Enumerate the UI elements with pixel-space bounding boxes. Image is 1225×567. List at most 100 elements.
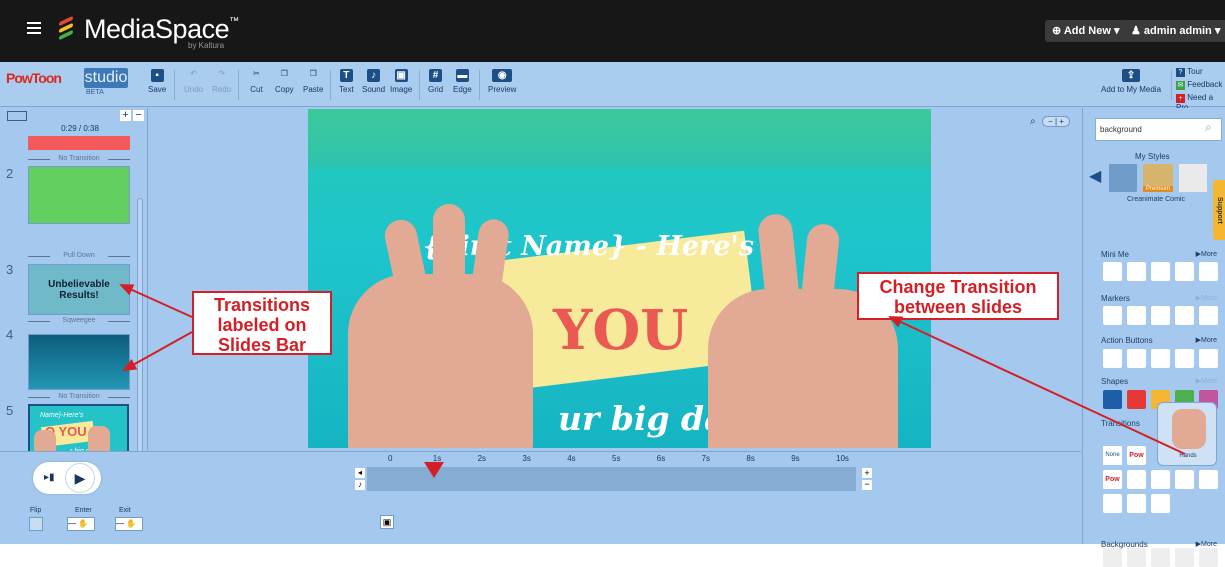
user-menu-button[interactable]: ♟ admin admin ▾ — [1124, 20, 1225, 42]
lifebuoy-icon: + — [1176, 94, 1185, 103]
cut-button[interactable]: ✂ Cut — [250, 69, 263, 94]
asset-tile[interactable] — [1151, 262, 1170, 281]
slide-view-toggle-icon[interactable] — [7, 111, 27, 121]
thumbnail-text: Name}-Here's — [40, 412, 84, 419]
asset-tile[interactable] — [1103, 548, 1122, 567]
feedback-link[interactable]: ✉ Feedback — [1176, 80, 1222, 90]
style-tile[interactable] — [1179, 164, 1207, 192]
asset-tile[interactable] — [1175, 262, 1194, 281]
save-button[interactable]: ▪ Save — [148, 69, 166, 94]
asset-tile[interactable] — [1127, 390, 1146, 409]
asset-tile[interactable] — [1151, 548, 1170, 567]
slide-thumbnail-3[interactable]: Unbelievable Results! — [28, 264, 130, 315]
transition-tile[interactable]: Pow — [1103, 470, 1122, 489]
slide-thumbnail-1[interactable] — [28, 136, 130, 150]
add-new-button[interactable]: ⊕ Add New ▾ — [1045, 20, 1127, 42]
ruler-tick-label: 10s — [836, 454, 849, 463]
slide-transition-label[interactable]: No Transition — [28, 393, 130, 400]
slide-time: 0:29 / 0:38 — [61, 124, 99, 133]
flip-label: Flip — [30, 507, 42, 514]
slide-thumbnail-4[interactable] — [28, 334, 130, 390]
more-link[interactable]: ▶More — [1196, 377, 1217, 385]
asset-tile[interactable] — [1175, 470, 1194, 489]
asset-tile[interactable] — [1199, 262, 1218, 281]
asset-tile[interactable] — [1127, 470, 1146, 489]
asset-tile[interactable] — [1199, 470, 1218, 489]
timeline-zoom-out-button[interactable]: − — [862, 480, 872, 490]
ruler-tick-label: 5s — [612, 454, 621, 463]
play-button[interactable]: ▶ — [65, 463, 95, 493]
asset-tile[interactable] — [1103, 262, 1122, 281]
menu-icon[interactable] — [27, 22, 41, 34]
more-link[interactable]: ▶More — [1196, 294, 1217, 302]
left-hand-finger — [433, 204, 465, 324]
asset-tile[interactable] — [1175, 548, 1194, 567]
slide-thumbnail-2[interactable] — [28, 166, 130, 224]
timeline-zoom-in-button[interactable]: + — [862, 468, 872, 478]
copy-button[interactable]: ❐ Copy — [275, 69, 294, 94]
slide-stage[interactable]: {First Name} - Here's O YOU ur big day! — [308, 109, 931, 448]
asset-tile[interactable] — [1103, 349, 1122, 368]
add-to-my-media-button[interactable]: ⇪ Add to My Media — [1101, 69, 1161, 94]
add-slide-button[interactable]: + — [120, 110, 131, 121]
asset-tile[interactable] — [1127, 306, 1146, 325]
asset-tile[interactable] — [1175, 349, 1194, 368]
music-note-icon[interactable]: ♪ — [355, 480, 365, 490]
tour-link[interactable]: ? Tour — [1176, 67, 1203, 77]
screenshot-icon[interactable]: ▣ — [380, 515, 394, 529]
asset-tile[interactable] — [1103, 390, 1122, 409]
asset-tile[interactable] — [1103, 494, 1122, 513]
timeline-back-button[interactable]: ◂ — [355, 468, 365, 478]
grid-button[interactable]: # Grid — [428, 69, 443, 94]
text-button[interactable]: T Text — [339, 69, 354, 94]
preview-button[interactable]: ◉ Preview — [488, 69, 516, 94]
flip-button[interactable] — [29, 517, 43, 531]
transition-none-tile[interactable]: None — [1103, 446, 1122, 465]
stage-headline[interactable]: {First Name} - Here's — [423, 231, 754, 262]
library-search-input[interactable]: background — [1095, 118, 1222, 141]
support-tab[interactable]: Support — [1213, 180, 1225, 240]
asset-tile[interactable] — [1127, 494, 1146, 513]
toolbar-divider — [1171, 70, 1172, 100]
eye-icon: ◉ — [492, 69, 513, 82]
exit-effect-button[interactable]: — ✋ — [115, 517, 143, 531]
asset-tile[interactable] — [1199, 306, 1218, 325]
asset-tile[interactable] — [1151, 349, 1170, 368]
asset-tile[interactable] — [1127, 349, 1146, 368]
slides-bar: + − 0:29 / 0:38 No Transition 2 Pull Dow… — [0, 108, 148, 498]
more-link[interactable]: ▶More — [1196, 250, 1217, 258]
asset-tile[interactable] — [1175, 306, 1194, 325]
styles-prev-arrow-icon[interactable]: ◀ — [1089, 166, 1101, 186]
enter-effect-button[interactable]: — ✋ — [67, 517, 95, 531]
image-button[interactable]: ▣ Image — [390, 69, 412, 94]
style-tile[interactable] — [1109, 164, 1137, 192]
edge-button[interactable]: ▬ Edge — [453, 69, 472, 94]
step-play-button[interactable]: ▸▮ — [44, 472, 55, 483]
paste-button[interactable]: ❒ Paste — [303, 69, 323, 94]
more-link[interactable]: ▶More — [1196, 336, 1217, 344]
asset-tile[interactable] — [1199, 548, 1218, 567]
sound-button[interactable]: ♪ Sound — [362, 69, 385, 94]
transition-tile[interactable]: Pow — [1127, 446, 1146, 465]
redo-button[interactable]: ↷ Redo — [212, 69, 231, 94]
zoom-control[interactable]: − | + — [1042, 116, 1070, 127]
section-label: Markers — [1101, 294, 1130, 303]
my-styles-label: My Styles — [1135, 152, 1170, 161]
asset-tile[interactable] — [1151, 470, 1170, 489]
asset-tile[interactable] — [1151, 494, 1170, 513]
toolbar-divider — [479, 70, 480, 100]
asset-tile[interactable] — [1127, 262, 1146, 281]
slide-transition-label[interactable]: Pull Down — [28, 252, 130, 259]
asset-tile[interactable] — [1103, 306, 1122, 325]
undo-button[interactable]: ↶ Undo — [184, 69, 203, 94]
more-link[interactable]: ▶More — [1196, 540, 1217, 548]
remove-slide-button[interactable]: − — [133, 110, 144, 121]
slide-transition-label[interactable]: No Transition — [28, 155, 130, 162]
slide-transition-label[interactable]: Sqweegee — [28, 317, 130, 324]
asset-tile[interactable] — [1151, 306, 1170, 325]
playhead-marker[interactable] — [424, 462, 444, 478]
asset-tile[interactable] — [1199, 349, 1218, 368]
asset-tile[interactable] — [1127, 548, 1146, 567]
slide-number: 2 — [6, 166, 14, 181]
style-tile-premium[interactable]: Premium — [1143, 164, 1173, 192]
